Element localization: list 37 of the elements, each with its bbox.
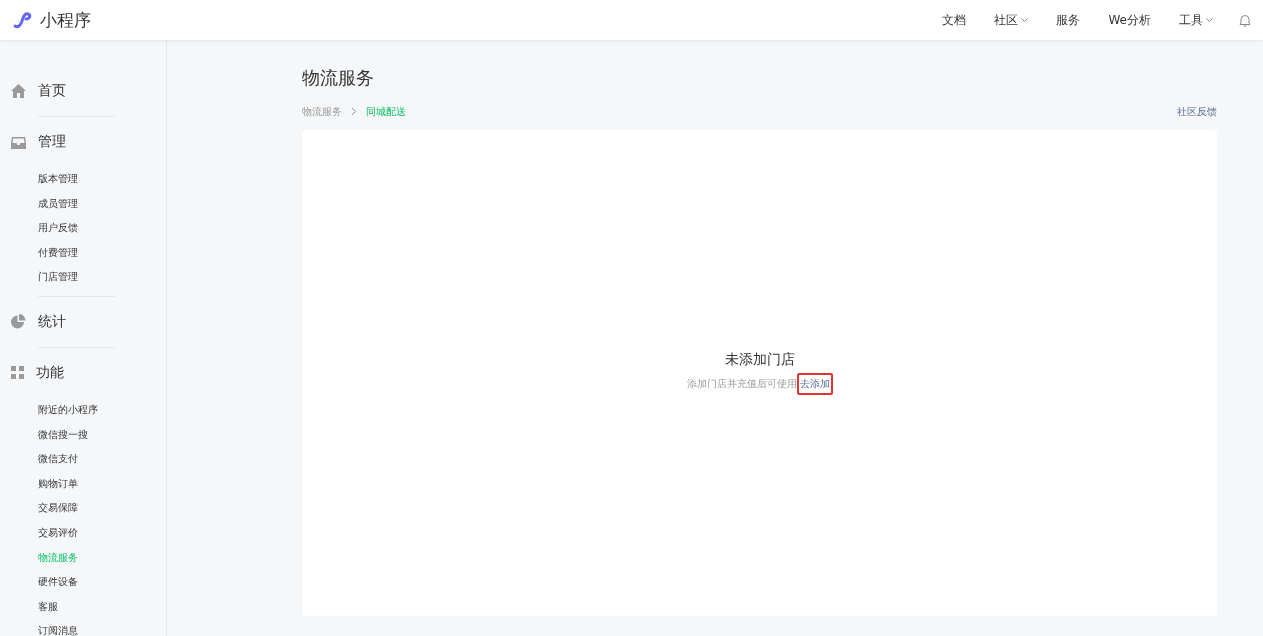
- pie-chart-icon: [11, 314, 26, 330]
- sidebar-item[interactable]: 订阅消息: [0, 619, 166, 636]
- sidebar-item[interactable]: 附近的小程序: [0, 397, 166, 423]
- sidebar-item[interactable]: 版本管理: [0, 167, 166, 192]
- sidebar-item[interactable]: 用户反馈: [0, 216, 166, 241]
- grid-icon: [11, 366, 24, 380]
- nav-link[interactable]: We分析: [1108, 11, 1151, 29]
- sidebar-item[interactable]: 成员管理: [0, 191, 166, 217]
- sidebar-group-label[interactable]: 首页: [38, 82, 66, 100]
- chevron-down-icon: [1206, 17, 1213, 23]
- sidebar-item[interactable]: 购物订单: [0, 471, 166, 497]
- home-icon: [11, 84, 26, 98]
- bell-icon[interactable]: [1239, 13, 1251, 27]
- feedback-link[interactable]: 社区反馈: [1177, 105, 1217, 119]
- sidebar-group-label[interactable]: 管理: [38, 133, 66, 151]
- chevron-down-icon: [1021, 17, 1029, 23]
- empty-state-message: 添加门店并充值后可使用: [686, 377, 797, 391]
- sidebar-group-label[interactable]: 功能: [36, 363, 64, 382]
- sidebar-item[interactable]: 微信搜一搜: [0, 422, 166, 448]
- sidebar-item[interactable]: 客服: [0, 594, 166, 620]
- add-link[interactable]: 去添加: [796, 373, 833, 395]
- nav-link[interactable]: 文档: [942, 11, 967, 29]
- sidebar-item[interactable]: 硬件设备: [0, 570, 166, 595]
- nav-link[interactable]: 服务: [1056, 11, 1081, 29]
- sidebar-item[interactable]: 付费管理: [0, 240, 166, 266]
- sidebar-item[interactable]: 交易保障: [0, 496, 166, 521]
- nav-link[interactable]: 工具: [1179, 11, 1213, 29]
- sidebar-item[interactable]: 交易评价: [0, 520, 166, 546]
- sidebar-group-label[interactable]: 统计: [38, 312, 66, 331]
- page-title: 物流服务: [302, 66, 375, 90]
- sidebar-item[interactable]: 微信支付: [0, 447, 166, 472]
- sidebar-item[interactable]: 门店管理: [0, 265, 166, 290]
- empty-state-title: 未添加门店: [724, 351, 795, 369]
- logo-icon: [12, 11, 34, 29]
- logo-text: 小程序: [40, 8, 91, 32]
- nav-link[interactable]: 社区: [994, 11, 1029, 29]
- inbox-icon: [11, 135, 26, 149]
